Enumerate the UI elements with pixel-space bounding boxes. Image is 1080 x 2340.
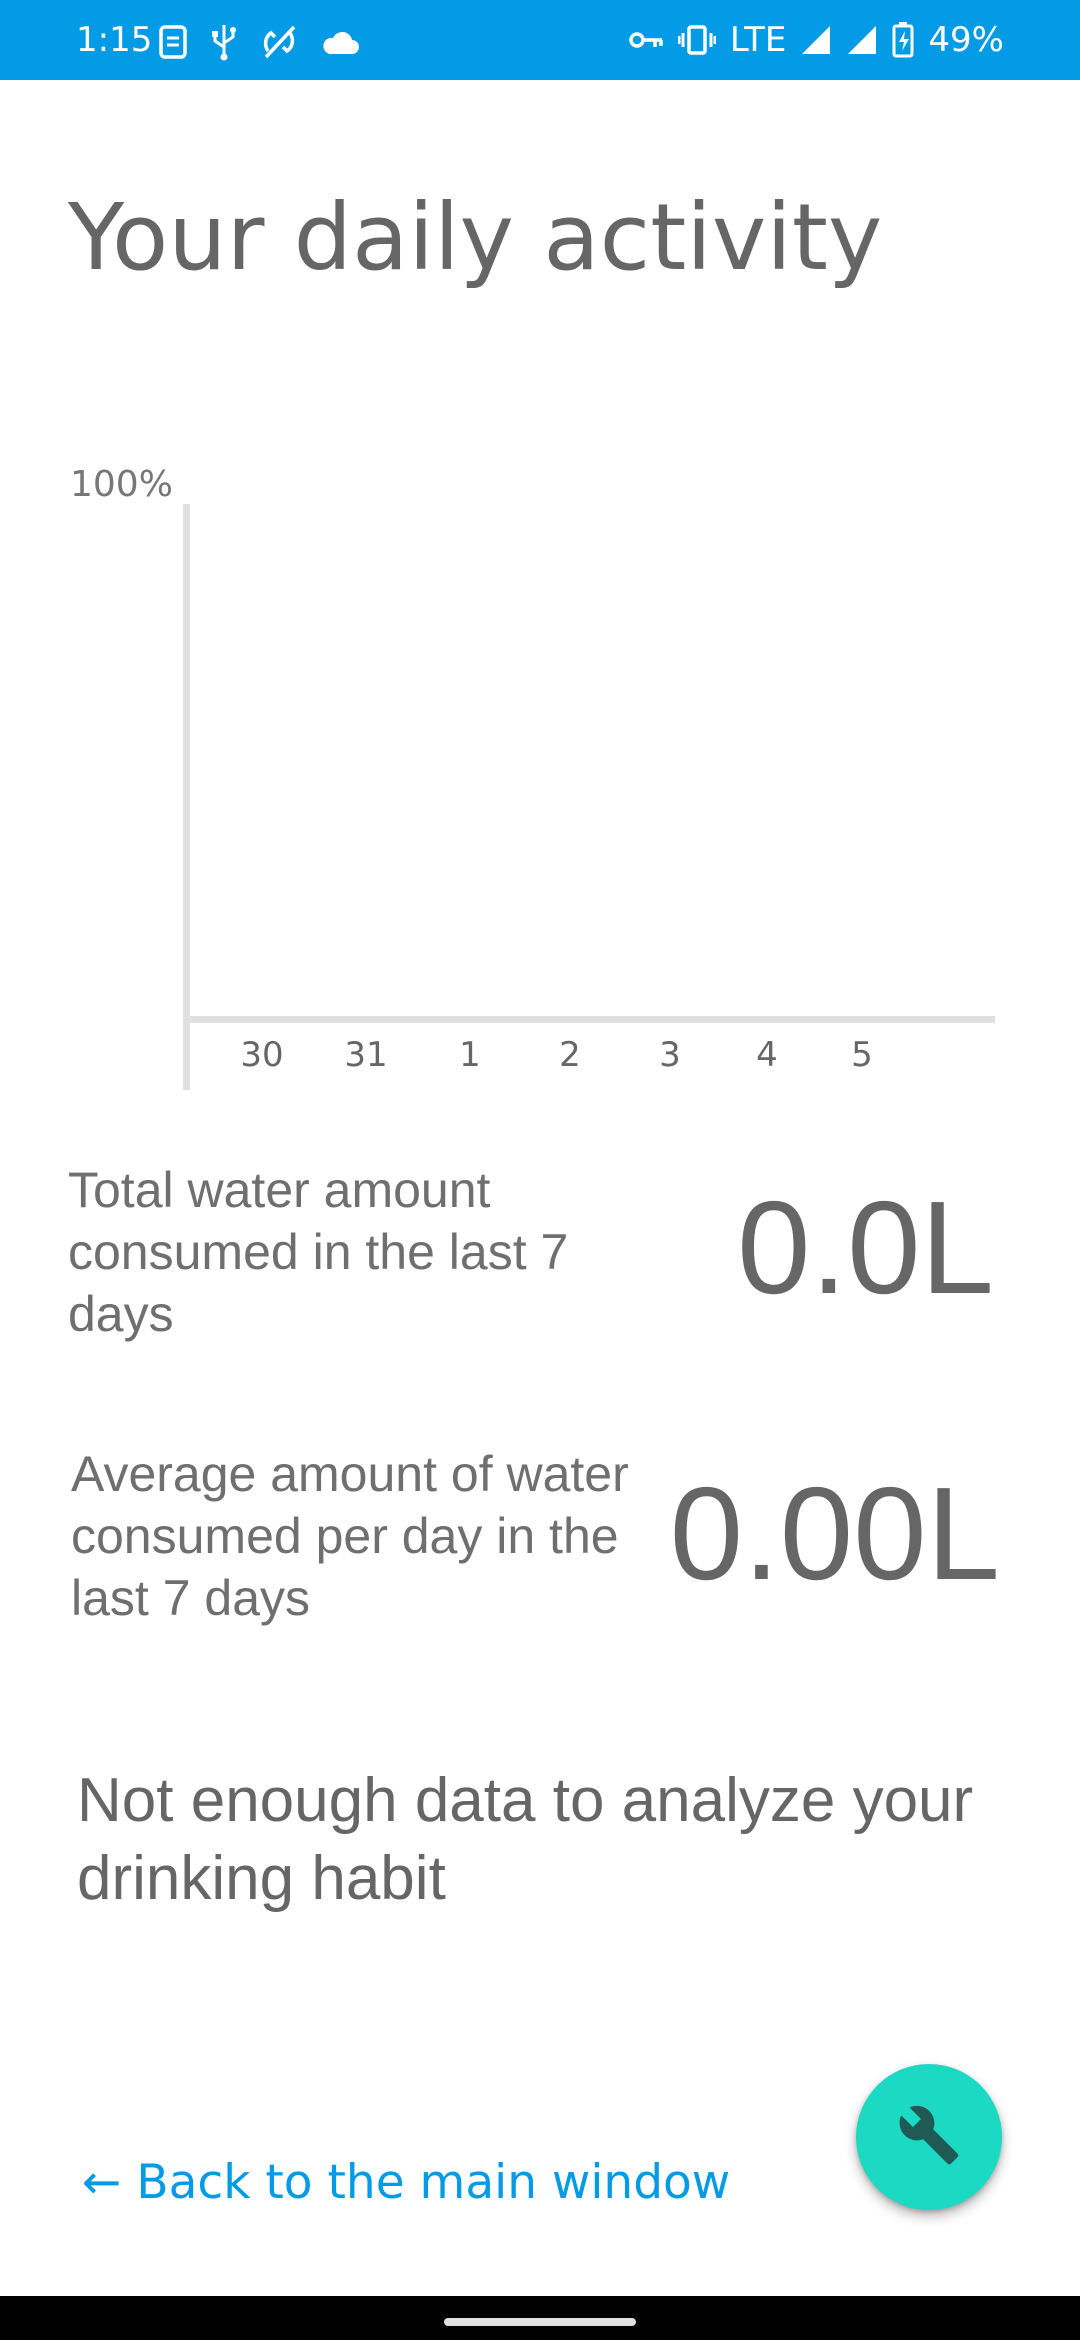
status-bar: 1:15 LTE 49% [0,0,1080,80]
average-water-label: Average amount of water consumed per day… [71,1446,629,1626]
x-tick-label: 31 [344,1035,387,1075]
sync-off-icon [260,23,298,61]
settings-fab-button[interactable] [856,2064,1002,2210]
status-left-icons [158,20,360,64]
x-tick-label: 5 [851,1035,873,1075]
wrench-icon [897,2103,961,2172]
home-gesture-handle[interactable] [444,2318,636,2326]
average-water-value: 0.00L [669,1460,1000,1607]
signal-icon [800,24,832,56]
y-axis [183,504,190,1090]
total-water-label: Total water amount consumed in the last … [68,1162,569,1342]
y-axis-top-label: 100% [70,464,173,505]
battery-charging-icon [892,22,914,58]
cloud-icon [320,28,360,56]
total-water-value: 0.0L [737,1174,994,1321]
x-tick-label: 2 [559,1035,581,1075]
x-tick-label: 4 [756,1035,778,1075]
x-tick-label: 1 [459,1035,481,1075]
signal-icon [846,24,878,56]
x-tick-label: 30 [240,1035,283,1075]
analysis-message: Not enough data to analyze your drinking… [77,1766,974,1913]
battery-percentage: 49% [928,20,1004,60]
status-right-icons: LTE 49% [628,18,1004,62]
x-tick-labels: 30 31 1 2 3 4 5 [240,1035,872,1075]
activity-chart: 100% 30 31 1 2 3 4 5 [70,464,995,1090]
network-type: LTE [729,20,787,60]
x-tick-label: 3 [659,1035,681,1075]
sim-icon [158,24,188,60]
back-to-main-link[interactable]: ← Back to the main window [82,2152,730,2214]
status-time: 1:15 [76,20,153,60]
vpn-key-icon [628,29,664,51]
usb-icon [210,23,238,61]
vibrate-icon [677,24,716,56]
x-axis [183,1016,995,1023]
page-title: Your daily activity [68,184,883,291]
